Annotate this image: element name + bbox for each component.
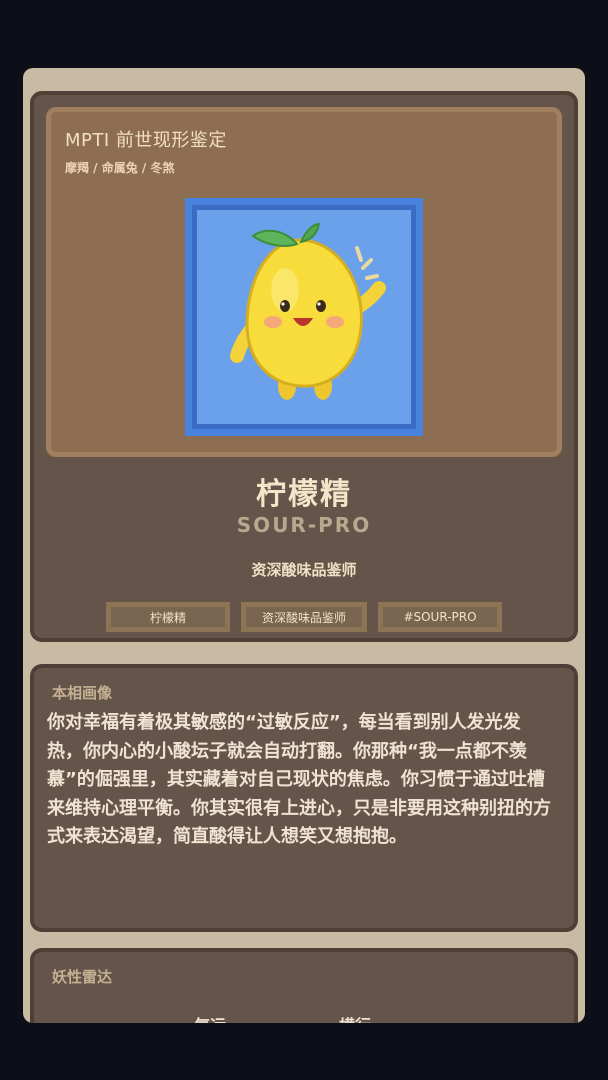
radar-axis-label: 气运 — [194, 1012, 226, 1023]
description-card: 本相画像 你对幸福有着极其敏感的“过敏反应”，每当看到别人发光发热，你内心的小酸… — [30, 664, 578, 932]
character-code: SOUR-PRO — [236, 513, 372, 537]
radar-axis-label: 横行 — [339, 1012, 371, 1023]
profile-card: MPTI 前世现形鉴定 摩羯 / 命属兔 / 冬煞 柠檬精 SOUR-PRO 资… — [30, 91, 578, 642]
hero-title: MPTI 前世现形鉴定 — [65, 130, 227, 151]
tag-name: 柠檬精 — [105, 602, 230, 632]
portrait — [192, 205, 416, 429]
tag-row: 柠檬精 资深酸味品鉴师 #SOUR-PRO — [34, 602, 574, 632]
result-card: MPTI 前世现形鉴定 摩羯 / 命属兔 / 冬煞 柠檬精 SOUR-PRO 资… — [23, 68, 585, 1023]
scroll-area[interactable]: MPTI 前世现形鉴定 摩羯 / 命属兔 / 冬煞 柠檬精 SOUR-PRO 资… — [23, 68, 585, 1023]
portrait-frame — [185, 198, 423, 436]
radar-title: 妖性雷达 — [52, 968, 113, 986]
character-name: 柠檬精 — [256, 477, 352, 512]
tag-role: 资深酸味品鉴师 — [240, 602, 367, 632]
hero-subtitle: 摩羯 / 命属兔 / 冬煞 — [65, 161, 175, 175]
description-text: 你对幸福有着极其敏感的“过敏反应”，每当看到别人发光发热，你内心的小酸坛子就会自… — [47, 712, 551, 847]
tag-code: #SOUR-PRO — [378, 602, 502, 632]
description-title: 本相画像 — [52, 684, 113, 702]
lemon-character-icon — [230, 222, 386, 400]
radar-card: 妖性雷达 气运 横行 — [30, 948, 578, 1023]
hero-panel: MPTI 前世现形鉴定 摩羯 / 命属兔 / 冬煞 — [46, 107, 562, 457]
character-role: 资深酸味品鉴师 — [251, 561, 357, 579]
